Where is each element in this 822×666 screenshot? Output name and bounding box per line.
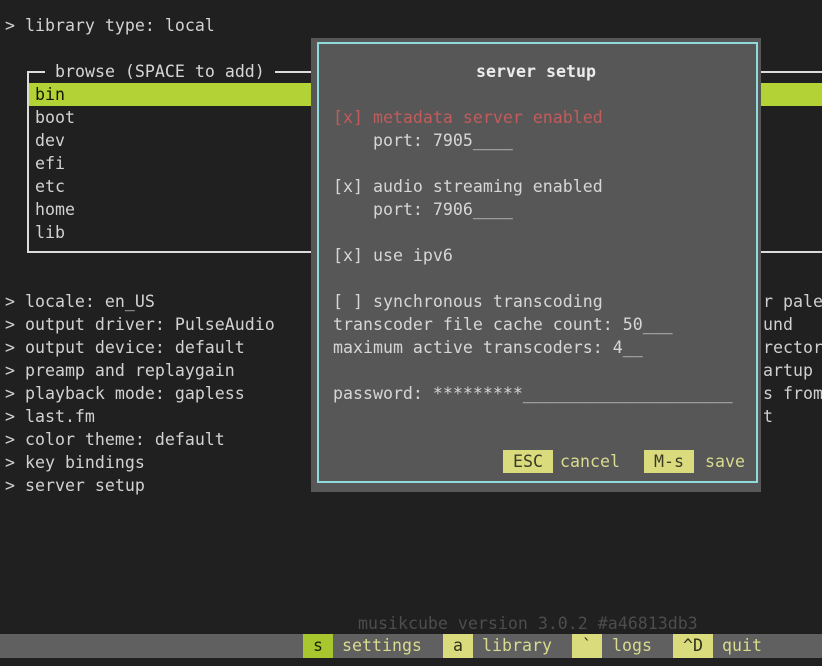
statusbar: s settings a library ` logs ^D quit [0,634,822,658]
shortcut-key-settings[interactable]: s [303,634,333,658]
shortcut-label-quit[interactable]: quit [722,634,762,658]
clipped-checkbox-fragment[interactable]: s from [763,382,822,405]
browse-item-lib[interactable]: lib [35,221,65,244]
browse-panel-title: browse (SPACE to add) [45,60,275,83]
metadata-port-input[interactable]: port: 7905____ [333,129,513,152]
browse-item-efi[interactable]: efi [35,152,65,175]
menu-item-key-bindings[interactable]: > key bindings [5,451,145,474]
menu-item-server-setup[interactable]: > server setup [5,474,145,497]
menu-item-output-driver[interactable]: > output driver: PulseAudio [5,313,275,336]
save-key-badge[interactable]: M-s [644,450,694,473]
save-button[interactable]: save [705,450,745,473]
clipped-checkbox-fragment[interactable]: artup [763,359,813,382]
shortcut-key-logs[interactable]: ` [572,634,602,658]
server-setup-dialog: server setup [x] metadata server enabled… [311,38,761,492]
shortcut-key-quit[interactable]: ^D [673,634,713,658]
shortcut-key-library[interactable]: a [443,634,473,658]
menu-item-color-theme[interactable]: > color theme: default [5,428,225,451]
cancel-button[interactable]: cancel [560,450,620,473]
clipped-checkbox-fragment[interactable]: r pale [763,290,822,313]
menu-item-output-device[interactable]: > output device: default [5,336,245,359]
shortcut-label-library[interactable]: library [482,634,552,658]
clipped-checkbox-fragment[interactable]: und [763,313,793,336]
sync-transcoding-checkbox[interactable]: [ ] synchronous transcoding [333,290,603,313]
streaming-port-input[interactable]: port: 7906____ [333,198,513,221]
menu-item-lastfm[interactable]: > last.fm [5,405,95,428]
browse-item-dev[interactable]: dev [35,129,65,152]
password-input[interactable]: password: *********_____________________ [333,382,733,405]
menu-item-locale[interactable]: > locale: en_US [5,290,155,313]
ipv6-checkbox[interactable]: [x] use ipv6 [333,244,453,267]
audio-streaming-checkbox[interactable]: [x] audio streaming enabled [333,175,603,198]
transcoder-cache-input[interactable]: transcoder file cache count: 50___ [333,313,673,336]
browse-item-home[interactable]: home [35,198,75,221]
browse-item-boot[interactable]: boot [35,106,75,129]
menu-item-playback-mode[interactable]: > playback mode: gapless [5,382,245,405]
browse-item-bin[interactable]: bin [35,83,65,106]
menu-item-preamp[interactable]: > preamp and replaygain [5,359,235,382]
max-transcoders-input[interactable]: maximum active transcoders: 4__ [333,336,643,359]
dialog-title: server setup [311,60,761,83]
library-type-menu-item[interactable]: > library type: local [5,14,215,37]
shortcut-label-settings[interactable]: settings [342,634,422,658]
clipped-checkbox-fragment[interactable]: t [763,405,773,428]
shortcut-label-logs[interactable]: logs [612,634,652,658]
esc-key-badge[interactable]: ESC [503,450,553,473]
metadata-server-checkbox[interactable]: [x] metadata server enabled [333,106,603,129]
browse-item-etc[interactable]: etc [35,175,65,198]
clipped-checkbox-fragment[interactable]: rector [763,336,822,359]
version-text: musikcube version 3.0.2 #a46813db3 [358,612,698,635]
